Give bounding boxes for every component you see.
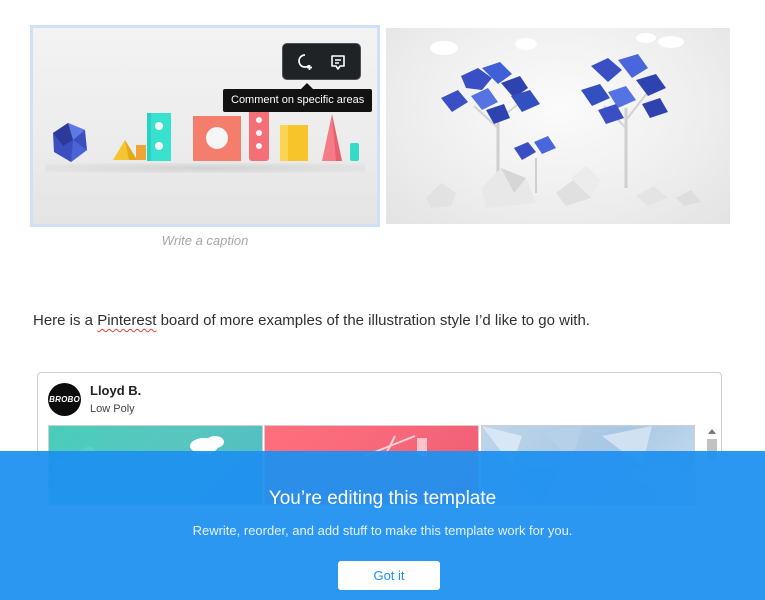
paragraph-text-before: Here is a bbox=[33, 312, 98, 329]
pinterest-word[interactable]: Pinterest bbox=[97, 312, 156, 329]
image-toolbar bbox=[282, 43, 361, 80]
image-caption[interactable]: Write a caption bbox=[30, 233, 380, 248]
embed-user-name[interactable]: Lloyd B. bbox=[90, 383, 141, 398]
template-banner: You’re editing this template Rewrite, re… bbox=[0, 451, 765, 600]
tooltip: Comment on specific areas bbox=[223, 89, 373, 112]
scroll-up-arrow-icon[interactable] bbox=[708, 429, 716, 434]
got-it-button[interactable]: Got it bbox=[338, 561, 440, 590]
document-page: Write a caption Comment on specific area… bbox=[0, 0, 765, 600]
low-poly-trees-illustration bbox=[426, 33, 701, 208]
image-low-poly-trees[interactable] bbox=[386, 28, 730, 224]
comment-area-button[interactable] bbox=[293, 50, 317, 74]
paragraph-text-after: board of more examples of the illustrati… bbox=[156, 312, 590, 329]
comment-button[interactable] bbox=[326, 50, 350, 74]
avatar[interactable]: BROBO bbox=[48, 383, 81, 416]
comment-area-icon bbox=[298, 53, 313, 70]
banner-subtitle: Rewrite, reorder, and add stuff to make … bbox=[192, 523, 573, 538]
body-paragraph[interactable]: Here is a Pinterest board of more exampl… bbox=[33, 312, 590, 329]
embed-board-name[interactable]: Low Poly bbox=[90, 403, 135, 415]
banner-title: You’re editing this template bbox=[268, 488, 497, 509]
comment-icon bbox=[330, 54, 345, 70]
